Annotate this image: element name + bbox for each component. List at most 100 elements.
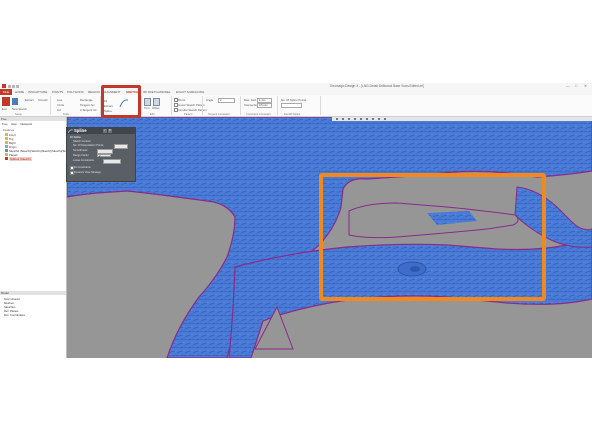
ribbon-divider	[240, 96, 241, 115]
cancel-button[interactable]: ✕	[108, 129, 112, 133]
ribbon-divider	[171, 96, 172, 115]
draw-group-label: Draw	[63, 112, 70, 116]
close-button[interactable]: ✕	[584, 84, 587, 88]
feature-tree-panel: Tree Tree Help Viewpoint Features Front …	[0, 117, 68, 358]
circle-tool[interactable]: Circle	[57, 103, 64, 107]
sketch-contour-option[interactable]: Sketch Contour	[73, 140, 91, 143]
plane-icon	[5, 137, 8, 140]
ok-button[interactable]: ✓	[103, 129, 107, 133]
range-factor-label: Range Factor	[73, 154, 89, 157]
fit-spline-header: Fit Spline	[70, 136, 81, 139]
retrofit-spline-group-label: Retrofit Spline	[284, 112, 301, 116]
tangent-group-label: Tangent Constraint	[208, 112, 230, 116]
view-filter-icon[interactable]	[384, 117, 387, 121]
new-sketch-icon[interactable]	[12, 98, 18, 105]
spline-dialog: Spline ✓ ✕ Fit Spline Sketch Contour No.…	[66, 127, 136, 182]
ribbon-divider	[202, 96, 203, 115]
tab-polygons[interactable]: POLYGONS	[67, 90, 84, 94]
model-item-ref-coordinates[interactable]: Ref. Coordinates	[4, 313, 25, 317]
extract-button[interactable]: Extract	[25, 98, 34, 102]
spline-dialog-titlebar: Spline ✓ ✕	[67, 128, 135, 134]
undo-icon[interactable]	[12, 84, 15, 88]
ribbon-divider	[50, 96, 51, 115]
view-render-icon[interactable]	[372, 117, 375, 121]
view-toolbar	[332, 117, 592, 121]
interpolation-points-field[interactable]	[114, 144, 128, 149]
ribbon-toolbar: Exit New Sketch Extract Smooth Setup Lin…	[0, 95, 592, 117]
tab-inscapture[interactable]: INSCAPTURE	[28, 90, 47, 94]
minimize-button[interactable]: —	[566, 84, 570, 88]
dynamic-view-label: Dynamic View Strategy	[74, 170, 101, 174]
ribbon-divider	[141, 96, 142, 115]
features-section: Features	[3, 128, 15, 132]
tree-item-spline1[interactable]: Spline1 (Sketch)	[9, 156, 32, 161]
view-select-icon[interactable]	[336, 117, 339, 121]
max-deviation-label: Max. Dvd.	[244, 98, 257, 102]
rectangle-tool[interactable]: Rectangle	[80, 98, 93, 102]
linear-pattern-label: Linear Sketch Pattern	[178, 103, 205, 107]
view-zoom-icon[interactable]	[342, 117, 345, 121]
tab-exact-surfacing[interactable]: EXACT SURFACING	[176, 90, 204, 94]
model-panel-header: Model	[0, 291, 66, 295]
view-section-icon[interactable]	[378, 117, 381, 121]
tab-3d-sketch[interactable]: 3D SKETCH	[143, 90, 160, 94]
exit-label: Exit	[2, 107, 7, 111]
three-tangent-circle-tool[interactable]: 3 Tangent Cir.	[80, 108, 97, 112]
setup-group-label: Setup	[15, 112, 22, 116]
line-tool[interactable]: Line	[57, 98, 62, 102]
origin-icon	[5, 145, 8, 148]
plane-icon	[5, 153, 8, 156]
coincident-group-label: Coincident Constraint	[246, 112, 271, 116]
smooth-button[interactable]: Smooth	[38, 98, 48, 102]
arc-tool[interactable]: Arc	[57, 108, 61, 112]
spline-dialog-title: Spline	[74, 128, 87, 133]
spline-points-label: No. Of Spline Points	[281, 98, 307, 102]
trim-label: Trim	[144, 106, 150, 110]
intersection-field[interactable]: 0.5 mm	[257, 102, 272, 108]
view-fit-icon[interactable]	[360, 117, 363, 121]
plane-icon	[5, 141, 8, 144]
interpolation-points-label: No. Of Interpolation Points	[73, 144, 104, 147]
tab-points[interactable]: POINTS	[52, 90, 63, 94]
offset-label: Offset	[152, 106, 160, 110]
redo-icon[interactable]	[16, 84, 19, 88]
spline-tool-highlight	[101, 85, 141, 118]
spline-dialog-icon	[68, 129, 73, 133]
edit-group-label: Edit	[150, 112, 155, 116]
mirror-label: Mirror	[178, 98, 186, 102]
app-logo-icon	[2, 84, 6, 88]
save-icon[interactable]	[8, 84, 11, 88]
panel-tab-viewpoint[interactable]: Viewpoint	[20, 122, 32, 126]
tab-home[interactable]: HOME	[15, 90, 24, 94]
panel-tab-help[interactable]: Help	[11, 122, 17, 126]
angle-label: Angle	[206, 98, 214, 102]
exit-icon[interactable]	[2, 97, 10, 106]
window-title: Geomagic Design X - [LNG-Detail Driftwoo…	[330, 84, 424, 88]
trim-icon[interactable]	[144, 98, 151, 106]
tab-region[interactable]: REGION	[88, 90, 100, 94]
tree-item-sketch[interactable]: Sketch4 (Sketch)(Sketch)(Sketch)(Sketch)…	[9, 149, 68, 153]
offset-icon[interactable]	[153, 98, 160, 106]
loose-constraints-label: Loose Constraints	[73, 159, 94, 162]
smoothness-label: Smoothness	[73, 149, 88, 152]
maximize-button[interactable]: □	[575, 84, 577, 88]
view-rotate-icon[interactable]	[348, 117, 351, 121]
loose-constraints-field[interactable]	[103, 159, 121, 164]
sketch-icon	[5, 149, 8, 152]
ribbon-divider	[320, 96, 321, 115]
angle-field[interactable]: 2	[218, 97, 235, 103]
tangent-arc-tool[interactable]: Tangent Arc	[80, 103, 95, 107]
plane-icon	[5, 133, 8, 136]
ribbon-divider	[277, 96, 278, 115]
region-highlight	[319, 173, 546, 301]
view-orient-icon[interactable]	[366, 117, 369, 121]
fit-constraints-label: Fit Constraints	[74, 165, 91, 169]
range-factor-field[interactable]: 2	[97, 154, 111, 158]
spline-points-field[interactable]	[281, 103, 302, 108]
tree-panel-header: Tree	[0, 117, 66, 121]
view-pan-icon[interactable]	[354, 117, 357, 121]
sketch-active-icon	[5, 157, 8, 160]
new-sketch-label: New Sketch	[12, 107, 27, 111]
panel-tab-tree[interactable]: Tree	[2, 122, 8, 126]
tab-model[interactable]: MODEL	[160, 90, 171, 94]
